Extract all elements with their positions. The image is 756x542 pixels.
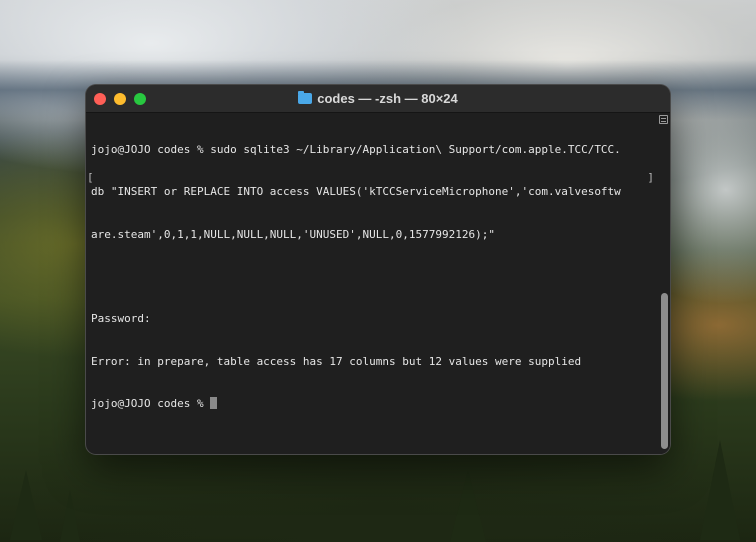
- wallpaper-tree: [60, 490, 80, 542]
- terminal-line: Error: in prepare, table access has 17 c…: [91, 354, 582, 368]
- terminal-content[interactable]: jojo@JOJO codes % sudo sqlite3 ~/Library…: [86, 113, 658, 454]
- window-title-text: codes — -zsh — 80×24: [317, 91, 458, 106]
- shell-prompt: jojo@JOJO codes %: [91, 396, 211, 410]
- folder-icon: [298, 91, 313, 104]
- terminal-line: db "INSERT or REPLACE INTO access VALUES…: [91, 185, 621, 199]
- wallpaper-tree: [10, 470, 42, 540]
- text-cursor: [210, 396, 218, 409]
- mark-bracket-right: ]: [647, 171, 654, 184]
- mark-bracket-left: [: [87, 171, 94, 184]
- scrollbar-thumb[interactable]: [661, 293, 668, 449]
- prompt-line: jojo@JOJO codes %: [91, 396, 653, 411]
- wallpaper-tree: [700, 440, 740, 540]
- terminal-line: Password:: [91, 312, 151, 326]
- terminal-line: jojo@JOJO codes % sudo sqlite3 ~/Library…: [91, 143, 621, 157]
- window-titlebar[interactable]: codes — -zsh — 80×24: [86, 85, 670, 113]
- terminal-window[interactable]: codes — -zsh — 80×24 jojo@JOJO codes % s…: [86, 85, 670, 454]
- window-title: codes — -zsh — 80×24: [86, 91, 670, 106]
- wallpaper-tree: [450, 470, 486, 542]
- terminal-line: are.steam',0,1,1,NULL,NULL,NULL,'UNUSED'…: [91, 227, 495, 241]
- split-pane-button[interactable]: [659, 115, 668, 124]
